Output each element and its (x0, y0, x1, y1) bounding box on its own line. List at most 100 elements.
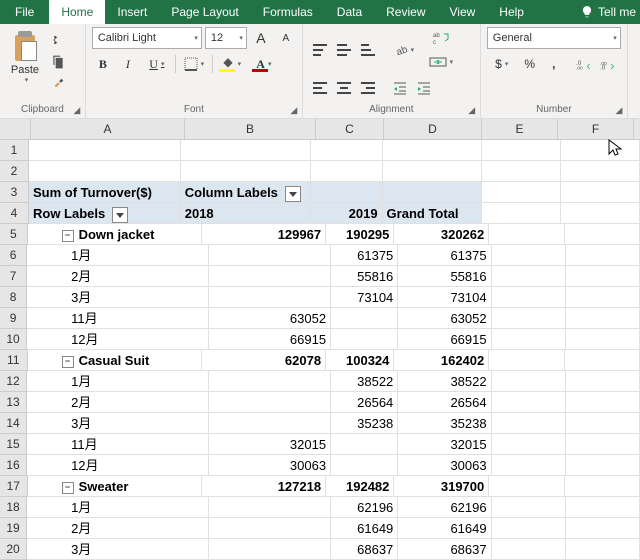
cell[interactable]: 30063 (398, 455, 491, 476)
tab-formulas[interactable]: Formulas (251, 0, 325, 24)
col-header-a[interactable]: A (31, 119, 185, 139)
align-middle-button[interactable] (333, 39, 355, 61)
copy-button[interactable] (48, 52, 68, 72)
cell[interactable] (565, 224, 640, 245)
cell[interactable] (492, 287, 566, 308)
row-header[interactable]: 8 (0, 287, 27, 308)
cell[interactable]: 26564 (398, 392, 491, 413)
row-header[interactable]: 14 (0, 413, 27, 434)
row-header[interactable]: 11 (0, 350, 28, 371)
cell[interactable]: 100324 (326, 350, 394, 371)
decrease-indent-button[interactable] (389, 77, 411, 99)
tell-me[interactable]: Tell me (576, 0, 640, 24)
row-filter-toggle[interactable] (112, 207, 128, 223)
column-filter-toggle[interactable] (285, 186, 301, 202)
cell[interactable] (181, 161, 311, 182)
cell[interactable]: 11月 (27, 434, 209, 455)
cell[interactable] (492, 497, 566, 518)
accounting-format-button[interactable]: $▾ (487, 53, 517, 75)
italic-button[interactable]: I (117, 53, 139, 75)
cell[interactable] (566, 308, 640, 329)
cell[interactable] (383, 161, 483, 182)
col-header-d[interactable]: D (384, 119, 482, 139)
tab-help[interactable]: Help (487, 0, 536, 24)
cell[interactable] (492, 371, 566, 392)
cell[interactable] (492, 308, 566, 329)
cell[interactable] (209, 266, 331, 287)
cell[interactable] (566, 392, 640, 413)
cell[interactable]: 38522 (331, 371, 398, 392)
cell[interactable] (209, 413, 331, 434)
cell[interactable] (566, 371, 640, 392)
cell[interactable]: 320262 (394, 224, 489, 245)
cell[interactable] (482, 161, 561, 182)
cell[interactable] (482, 140, 561, 161)
cell[interactable]: 192482 (326, 476, 394, 497)
row-header[interactable]: 7 (0, 266, 27, 287)
wrap-text-button[interactable]: abc (427, 27, 455, 49)
row-header[interactable]: 12 (0, 371, 27, 392)
cell[interactable] (489, 224, 564, 245)
row-header[interactable]: 16 (0, 455, 27, 476)
font-size-combo[interactable]: 12▾ (205, 27, 247, 49)
cell[interactable] (492, 413, 566, 434)
cell[interactable]: Row Labels (29, 203, 181, 224)
cell[interactable] (383, 182, 483, 203)
row-header[interactable]: 6 (0, 245, 27, 266)
cell[interactable]: −Down jacket (28, 224, 202, 245)
cell[interactable]: 3月 (27, 287, 209, 308)
cell[interactable] (209, 539, 331, 560)
cell[interactable]: Sum of Turnover($) (29, 182, 181, 203)
cell[interactable]: 68637 (398, 539, 491, 560)
align-top-button[interactable] (309, 39, 331, 61)
row-header[interactable]: 17 (0, 476, 28, 497)
orientation-button[interactable]: ab▾ (389, 39, 419, 61)
font-name-combo[interactable]: Calibri Light▾ (92, 27, 202, 49)
cell[interactable]: 61375 (398, 245, 491, 266)
collapse-icon[interactable]: − (62, 482, 74, 494)
align-left-button[interactable] (309, 77, 331, 99)
tab-insert[interactable]: Insert (105, 0, 159, 24)
tab-review[interactable]: Review (374, 0, 437, 24)
cell[interactable]: 2月 (27, 518, 209, 539)
row-header[interactable]: 18 (0, 497, 27, 518)
cell[interactable]: 63052 (398, 308, 491, 329)
cell[interactable] (181, 140, 311, 161)
worksheet-grid[interactable]: A B C D E F 123Sum of Turnover($)Column … (0, 119, 640, 560)
tab-view[interactable]: View (438, 0, 488, 24)
cell[interactable]: 3月 (27, 539, 209, 560)
cell[interactable]: Column Labels (181, 182, 311, 203)
collapse-icon[interactable]: − (62, 356, 74, 368)
row-header[interactable]: 5 (0, 224, 28, 245)
cell[interactable]: 55816 (398, 266, 491, 287)
cell[interactable] (492, 392, 566, 413)
cell[interactable]: −Sweater (28, 476, 202, 497)
increase-indent-button[interactable] (413, 77, 435, 99)
cell[interactable] (331, 329, 398, 350)
cell[interactable] (209, 371, 331, 392)
cell[interactable]: 190295 (326, 224, 394, 245)
cell[interactable] (492, 245, 566, 266)
row-header[interactable]: 3 (0, 182, 29, 203)
merge-center-button[interactable]: ▾ (427, 51, 455, 73)
cell[interactable] (331, 434, 398, 455)
cell[interactable]: 319700 (394, 476, 489, 497)
cell[interactable] (561, 203, 640, 224)
cell[interactable] (492, 539, 566, 560)
cut-button[interactable] (48, 30, 68, 50)
cell[interactable] (492, 329, 566, 350)
paste-button[interactable]: Paste ▾ (6, 27, 44, 84)
cell[interactable]: 2月 (27, 266, 209, 287)
number-format-combo[interactable]: General▾ (487, 27, 621, 49)
cell[interactable] (492, 266, 566, 287)
cell[interactable] (311, 161, 383, 182)
border-button[interactable]: ▾ (179, 53, 209, 75)
cell[interactable]: 129967 (202, 224, 326, 245)
cell[interactable] (566, 539, 640, 560)
cell[interactable]: 62078 (202, 350, 326, 371)
cell[interactable] (566, 287, 640, 308)
cell[interactable] (492, 518, 566, 539)
cell[interactable]: 63052 (209, 308, 331, 329)
row-header[interactable]: 19 (0, 518, 27, 539)
cell[interactable]: 3月 (27, 413, 209, 434)
